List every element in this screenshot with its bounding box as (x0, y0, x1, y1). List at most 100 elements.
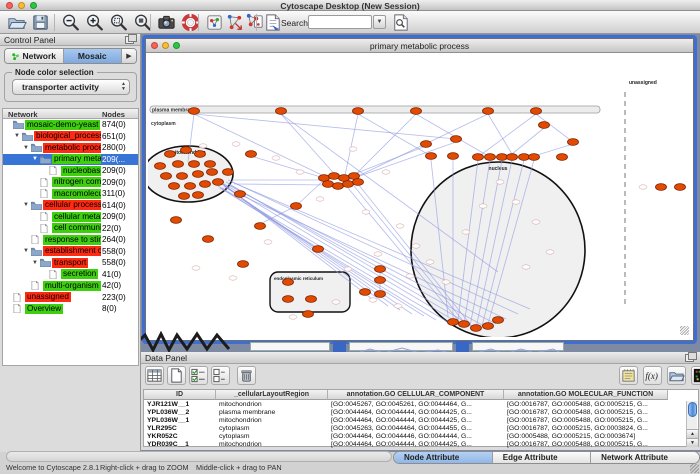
tree-row[interactable]: cell communicat22(0) (3, 223, 138, 235)
tree-row[interactable]: ▼biological_process651(0) (3, 131, 138, 143)
network-node[interactable] (155, 163, 166, 170)
network-node[interactable] (497, 154, 508, 161)
network-node[interactable] (459, 321, 470, 328)
zoom-in-icon[interactable] (84, 12, 105, 33)
network-node[interactable] (529, 154, 540, 161)
expand-arrow-icon[interactable]: ▼ (14, 133, 22, 139)
expand-arrow-icon[interactable]: ▼ (23, 248, 31, 254)
network-node[interactable] (173, 161, 184, 168)
tree-row[interactable]: Overview8(0) (3, 303, 138, 315)
tree-row[interactable]: secretion41(0) (3, 269, 138, 281)
network-node[interactable] (451, 136, 462, 143)
table-cell[interactable]: [GO:0016787, GO:0005215, GO:0003824, G..… (504, 425, 668, 433)
network-node[interactable] (223, 169, 234, 176)
table-cell[interactable]: [GO:0044464, GO:0044446, GO:0044444, G..… (328, 433, 504, 441)
network-node[interactable] (165, 151, 176, 158)
table-cell[interactable]: YJR121W__1 (144, 401, 216, 409)
table-cell[interactable]: plasma membrane (216, 409, 328, 417)
matrix-view-icon[interactable] (691, 366, 700, 385)
table-cell[interactable]: mitochondrion (216, 441, 328, 449)
network-node[interactable] (283, 296, 294, 303)
table-cell[interactable]: YLR295C (144, 425, 216, 433)
network-node[interactable] (375, 266, 386, 273)
network-node[interactable] (323, 181, 334, 188)
network-node[interactable] (238, 261, 249, 268)
snapshot-camera-icon[interactable] (156, 12, 177, 33)
network-node[interactable] (171, 217, 182, 224)
network-node[interactable] (235, 191, 246, 198)
network-node[interactable] (291, 203, 302, 210)
network-node[interactable] (207, 169, 218, 176)
network-window-titlebar[interactable]: primary metabolic process (146, 39, 693, 53)
network-edge[interactable] (358, 114, 431, 156)
vizmapper-icon[interactable] (224, 12, 245, 33)
tab-node-attribute-browser[interactable]: Node Attribute Browser (394, 452, 493, 463)
network-node[interactable] (283, 279, 294, 286)
network-edge[interactable] (512, 128, 544, 154)
expand-arrow-icon[interactable]: ▼ (32, 260, 40, 266)
control-panel-header[interactable]: Control Panel (0, 34, 140, 46)
tree-row[interactable]: ▼transport558(0) (3, 257, 138, 269)
network-node[interactable] (203, 236, 214, 243)
delete-attribute-icon[interactable] (237, 366, 256, 385)
save-session-icon[interactable] (30, 12, 51, 33)
function-builder-icon[interactable]: f(x) (643, 366, 662, 385)
tab-mosaic[interactable]: Mosaic (64, 49, 123, 63)
network-edge[interactable] (478, 114, 536, 157)
network-node[interactable] (426, 153, 437, 160)
network-node[interactable] (448, 153, 459, 160)
table-column-header[interactable]: _cellularLayoutRegion (216, 390, 328, 400)
network-node[interactable] (205, 161, 216, 168)
table-cell[interactable]: YPL036W__2 (144, 409, 216, 417)
network-node[interactable] (411, 108, 422, 115)
network-node[interactable] (473, 154, 484, 161)
network-node[interactable] (375, 277, 386, 284)
network-node[interactable] (343, 181, 354, 188)
network-node[interactable] (493, 317, 504, 324)
table-column-header[interactable]: annotation.GO MOLECULAR_FUNCTION (504, 390, 668, 400)
table-cell[interactable]: [GO:0045263, GO:0044464, GO:0044455, G..… (328, 425, 504, 433)
network-node[interactable] (483, 108, 494, 115)
table-cell[interactable]: [GO:0016787, GO:0005488, GO:0005215, G..… (504, 409, 668, 417)
table-cell[interactable]: [GO:0016787, GO:0005488, GO:0005215, G..… (504, 401, 668, 409)
expand-arrow-icon[interactable]: ▼ (32, 156, 40, 162)
network-edge[interactable] (251, 156, 324, 178)
resize-grip[interactable] (680, 326, 689, 335)
network-node[interactable] (329, 173, 340, 180)
table-cell[interactable]: mitochondrion (216, 417, 328, 425)
network-node[interactable] (177, 173, 188, 180)
data-panel-header[interactable]: Data Panel (141, 352, 700, 364)
network-node[interactable] (531, 108, 542, 115)
network-node[interactable] (471, 325, 482, 332)
expand-arrow-icon[interactable]: ▼ (23, 202, 31, 208)
tree-row[interactable]: multi-organism pro42(0) (3, 280, 138, 292)
network-node[interactable] (181, 147, 192, 154)
tab-network[interactable]: Network (5, 49, 64, 63)
network-node[interactable] (656, 184, 667, 191)
tree-row[interactable]: macromolecule311(0) (3, 188, 138, 200)
edit-network-icon[interactable] (262, 12, 283, 33)
attribute-table[interactable]: ▲ ▼ ID_cellularLayoutRegionannotation.GO… (143, 389, 699, 447)
attribute-notes-icon[interactable] (619, 366, 638, 385)
network-canvas[interactable]: plasma membranecytoplasmmitochondrionnuc… (148, 54, 691, 337)
network-node[interactable] (189, 161, 200, 168)
network-node[interactable] (213, 179, 224, 186)
network-node[interactable] (303, 311, 314, 318)
network-edge[interactable] (296, 180, 324, 206)
select-all-rows-icon[interactable] (145, 366, 164, 385)
network-node[interactable] (185, 183, 196, 190)
select-attributes-icon[interactable] (189, 366, 208, 385)
table-cell[interactable]: [GO:0016787, GO:0005488, GO:0005215, G..… (504, 417, 668, 425)
network-node[interactable] (200, 181, 211, 188)
network-node[interactable] (306, 296, 317, 303)
network-node[interactable] (313, 246, 324, 253)
tree-row[interactable]: response to stimulu264(0) (3, 234, 138, 246)
network-node[interactable] (519, 154, 530, 161)
table-cell[interactable]: [GO:0005488, GO:0005215, GO:0003674] (504, 433, 668, 441)
window-resize-grip[interactable] (690, 464, 699, 473)
table-cell[interactable]: [GO:0044464, GO:0044444, GO:0044425, G..… (328, 441, 504, 449)
network-node[interactable] (193, 192, 204, 199)
network-node[interactable] (169, 183, 180, 190)
tree-row[interactable]: cellular metabo209(0) (3, 211, 138, 223)
table-column-header[interactable]: annotation.GO CELLULAR_COMPONENT (328, 390, 504, 400)
